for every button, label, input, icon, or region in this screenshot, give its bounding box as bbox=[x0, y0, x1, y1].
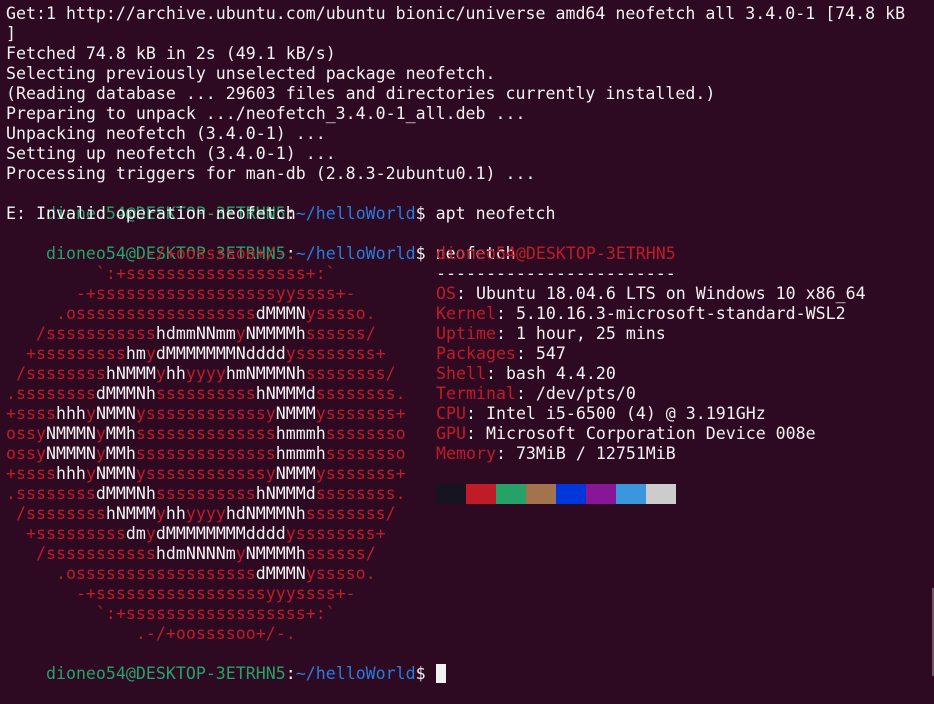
color-swatch bbox=[586, 484, 616, 504]
command-text: apt neofetch bbox=[425, 204, 556, 223]
prompt-dollar: $ bbox=[415, 204, 426, 223]
output-line: Unpacking neofetch (3.4.0-1) ... bbox=[6, 124, 326, 143]
output-line: Get:1 http://archive.ubuntu.com/ubuntu b… bbox=[6, 4, 906, 23]
logo-line: +sssssssssdmydMMMMMMMMddddyssssssss+ bbox=[6, 524, 386, 543]
info-key: Memory bbox=[436, 444, 496, 463]
ubuntu-ascii-logo: .-/+oossssoo+/-. `:+ssssssssssssssssss+:… bbox=[6, 244, 406, 644]
prompt-path: ~/helloWorld bbox=[295, 204, 416, 223]
info-sep: : bbox=[515, 344, 536, 363]
info-sep: : bbox=[485, 364, 506, 383]
info-value: Microsoft Corporation Device 008e bbox=[485, 424, 816, 443]
logo-line: /sssssssshNMMMyhhyyyyhmNMMMNhssssssss/ bbox=[6, 364, 396, 383]
output-line: Fetched 74.8 kB in 2s (49.1 kB/s) bbox=[6, 44, 336, 63]
output-line: Setting up neofetch (3.4.0-1) ... bbox=[6, 144, 336, 163]
info-row: Shell: bash 4.4.20 bbox=[436, 364, 866, 384]
terminal-window[interactable]: Get:1 http://archive.ubuntu.com/ubuntu b… bbox=[0, 0, 934, 683]
info-value: bash 4.4.20 bbox=[505, 364, 616, 383]
info-row: Kernel: 5.10.16.3-microsoft-standard-WSL… bbox=[436, 304, 866, 324]
info-value: 547 bbox=[535, 344, 566, 363]
info-row: CPU: Intel i5-6500 (4) @ 3.191GHz bbox=[436, 404, 866, 424]
info-key: Uptime bbox=[436, 324, 496, 343]
output-line: (Reading database ... 29603 files and di… bbox=[6, 84, 716, 103]
logo-line: .ssssssssdMMMNhsssssssssshNMMMdssssssss. bbox=[6, 384, 406, 403]
logo-line: .-/+oossssoo+/-. bbox=[6, 244, 296, 263]
info-underline: ------------------------ bbox=[436, 264, 676, 283]
logo-line: /ssssssssssshdmmNNmmyNMMMMhssssss/ bbox=[6, 324, 376, 343]
prompt-line-3[interactable]: dioneo54@DESKTOP-3ETRHN5:~/helloWorld$ bbox=[6, 644, 446, 683]
info-key: Packages bbox=[436, 344, 516, 363]
logo-line: -+sssssssssssssssssyyyssss+- bbox=[6, 584, 356, 603]
logo-line: `:+ssssssssssssssssss+:` bbox=[6, 264, 336, 283]
info-value: Intel i5-6500 (4) @ 3.191GHz bbox=[485, 404, 766, 423]
logo-line: -+ssssssssssssssssssyyssss+- bbox=[6, 284, 356, 303]
info-key: Kernel bbox=[436, 304, 496, 323]
output-line: Preparing to unpack .../neofetch_3.4.0-1… bbox=[6, 104, 526, 123]
info-value: /dev/pts/0 bbox=[535, 384, 636, 403]
color-swatch bbox=[526, 484, 556, 504]
system-info: dioneo54@DESKTOP-3ETRHN5 ---------------… bbox=[436, 244, 866, 464]
logo-line: +ssssssssshmydMMMMMMMNddddyssssssss+ bbox=[6, 344, 386, 363]
logo-line: `:+ssssssssssssssssss+:` bbox=[6, 604, 336, 623]
logo-line: +sssshhhyNMMNyssssssssssssyNMMMysssssss+ bbox=[6, 404, 406, 423]
prompt-dollar: $ bbox=[415, 664, 426, 683]
logo-line: .ssssssssdMMMNhsssssssssshNMMMdssssssss. bbox=[6, 484, 406, 503]
info-row: Terminal: /dev/pts/0 bbox=[436, 384, 866, 404]
color-swatch bbox=[556, 484, 586, 504]
info-key: OS bbox=[436, 284, 456, 303]
color-swatch bbox=[436, 484, 466, 504]
logo-line: /sssssssshNMMMyhhyyyyhdNMMMNhssssssss/ bbox=[6, 504, 396, 523]
info-key: Terminal bbox=[436, 384, 516, 403]
info-sep: : bbox=[495, 444, 516, 463]
info-sep: : bbox=[515, 384, 536, 403]
info-value: Ubuntu 18.04.6 LTS on Windows 10 x86_64 bbox=[475, 284, 866, 303]
info-key: Shell bbox=[436, 364, 486, 383]
info-row: OS: Ubuntu 18.04.6 LTS on Windows 10 x86… bbox=[436, 284, 866, 304]
color-palette bbox=[436, 484, 676, 504]
prompt-line-2: dioneo54@DESKTOP-3ETRHN5:~/helloWorld$ n… bbox=[6, 224, 516, 263]
logo-line: ossyNMMMNyMMhsssssssssssssshmmmhssssssso bbox=[6, 424, 406, 443]
output-line: ] bbox=[6, 24, 16, 43]
error-line: E: Invalid operation neofetch bbox=[6, 204, 296, 223]
logo-line: /ssssssssssshdmNNNNmyNMMMMhssssss/ bbox=[6, 544, 376, 563]
output-line: Selecting previously unselected package … bbox=[6, 64, 496, 83]
info-row: GPU: Microsoft Corporation Device 008e bbox=[436, 424, 866, 444]
info-sep: : bbox=[455, 284, 476, 303]
logo-line: ossyNMMMNyMMhsssssssssssssshmmmhssssssso bbox=[6, 444, 406, 463]
prompt-path: ~/helloWorld bbox=[295, 664, 416, 683]
info-row: Packages: 547 bbox=[436, 344, 866, 364]
info-value: 5.10.16.3-microsoft-standard-WSL2 bbox=[515, 304, 846, 323]
logo-line: .-/+oossssoo+/-. bbox=[6, 624, 296, 643]
info-title: dioneo54@DESKTOP-3ETRHN5 bbox=[436, 244, 676, 263]
info-sep: : bbox=[495, 324, 516, 343]
info-sep: : bbox=[465, 424, 486, 443]
color-swatch bbox=[466, 484, 496, 504]
prompt-user-host: dioneo54@DESKTOP-3ETRHN5 bbox=[45, 664, 286, 683]
info-sep: : bbox=[495, 304, 516, 323]
prompt-dollar: $ bbox=[415, 244, 426, 263]
prompt-sep: : bbox=[285, 664, 296, 683]
logo-line: .ossssssssssssssssssdMMMNysssso. bbox=[6, 304, 376, 323]
color-swatch bbox=[496, 484, 526, 504]
info-key: GPU bbox=[436, 424, 466, 443]
info-value: 1 hour, 25 mins bbox=[515, 324, 666, 343]
prompt-line-1: dioneo54@DESKTOP-3ETRHN5:~/helloWorld$ a… bbox=[6, 184, 556, 223]
color-swatch bbox=[616, 484, 646, 504]
info-value: 73MiB / 12751MiB bbox=[515, 444, 676, 463]
output-line: Processing triggers for man-db (2.8.3-2u… bbox=[6, 164, 536, 183]
color-swatch bbox=[646, 484, 676, 504]
info-row: Memory: 73MiB / 12751MiB bbox=[436, 444, 866, 464]
text-cursor[interactable] bbox=[435, 664, 446, 683]
info-sep: : bbox=[465, 404, 486, 423]
logo-line: .ossssssssssssssssssdMMMNysssso. bbox=[6, 564, 376, 583]
info-key: CPU bbox=[436, 404, 466, 423]
logo-line: +sssshhhyNMMNyssssssssssssyNMMMysssssss+ bbox=[6, 464, 406, 483]
info-row: Uptime: 1 hour, 25 mins bbox=[436, 324, 866, 344]
